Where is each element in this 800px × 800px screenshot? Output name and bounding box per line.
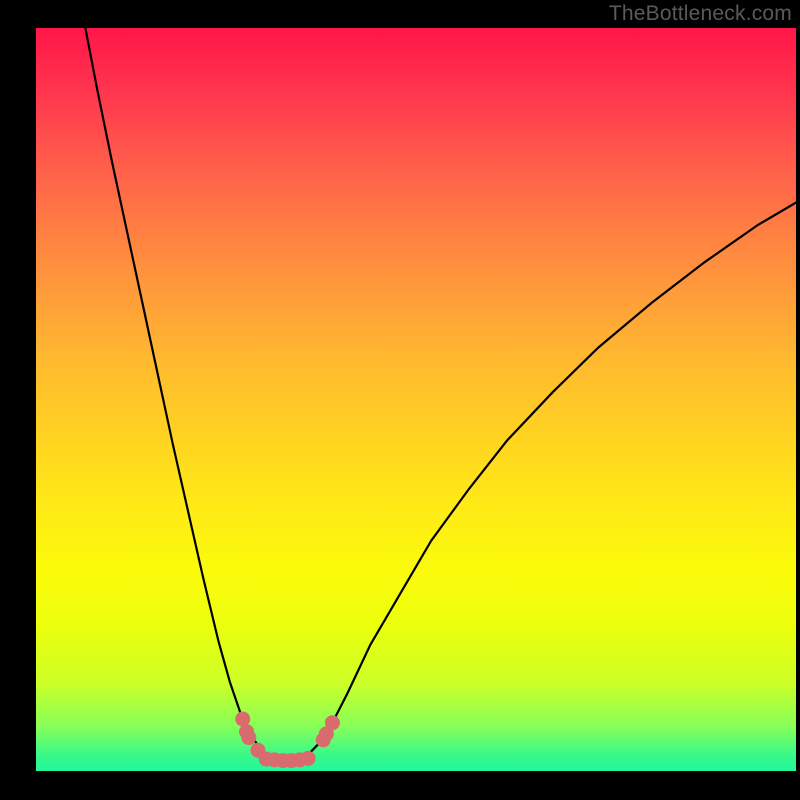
chart-data-point bbox=[325, 715, 340, 730]
x-axis-area bbox=[36, 772, 796, 800]
chart-svg bbox=[36, 28, 796, 771]
chart-data-point bbox=[235, 711, 250, 726]
y-axis-area bbox=[0, 28, 36, 771]
chart-dots bbox=[235, 711, 340, 768]
watermark-text: TheBottleneck.com bbox=[609, 2, 792, 26]
chart-curve bbox=[85, 28, 796, 761]
chart-data-point bbox=[241, 730, 256, 745]
chart-plot-area bbox=[36, 28, 796, 771]
chart-data-point bbox=[301, 751, 316, 766]
